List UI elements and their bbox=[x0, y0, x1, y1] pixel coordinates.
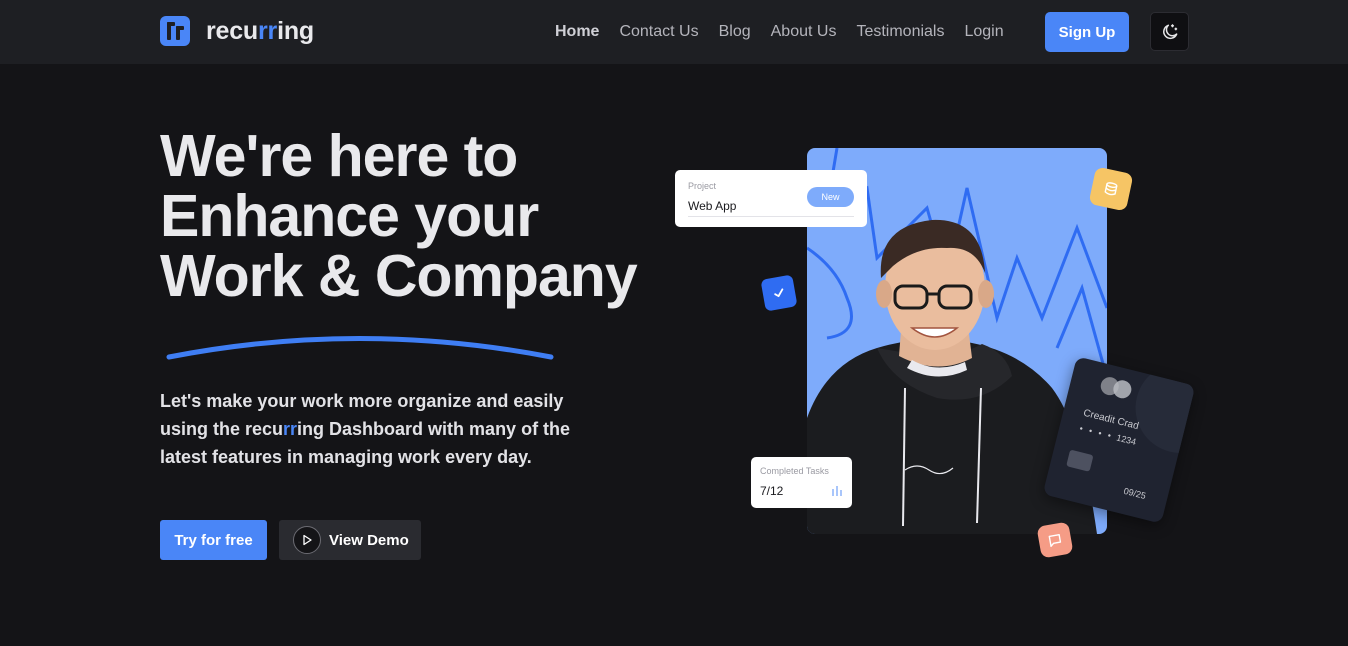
main-nav: Home Contact Us Blog About Us Testimonia… bbox=[555, 0, 1024, 64]
card-chip-icon bbox=[1066, 449, 1094, 472]
hero-title-line-1: We're here to bbox=[160, 123, 518, 189]
completed-tasks-value: 7/12 bbox=[760, 484, 784, 498]
title-underline-decoration bbox=[166, 336, 554, 360]
project-card-divider bbox=[688, 216, 854, 217]
bar-chart-icon bbox=[832, 486, 842, 496]
signup-button[interactable]: Sign Up bbox=[1045, 12, 1129, 52]
credit-card-masked: • • • • bbox=[1078, 423, 1115, 442]
nav-link-home[interactable]: Home bbox=[555, 23, 599, 41]
hero-title-line-2: Enhance your bbox=[160, 183, 539, 249]
theme-toggle-button[interactable] bbox=[1150, 12, 1189, 51]
credit-card-decoration bbox=[1126, 356, 1196, 463]
hero-title-line-3: Work & Company bbox=[160, 243, 638, 309]
checkmark-icon bbox=[760, 274, 798, 312]
nav-link-login[interactable]: Login bbox=[964, 23, 1003, 41]
moon-stars-icon bbox=[1162, 23, 1177, 39]
project-card: Project Web App New bbox=[675, 170, 867, 227]
nav-link-contact-us[interactable]: Contact Us bbox=[619, 23, 698, 41]
logo-mark-icon bbox=[160, 16, 190, 46]
nav-link-about-us[interactable]: About Us bbox=[771, 23, 837, 41]
project-card-label: Project bbox=[688, 181, 717, 191]
project-status-badge: New bbox=[807, 187, 854, 207]
completed-tasks-label: Completed Tasks bbox=[760, 466, 829, 476]
view-demo-label: View Demo bbox=[329, 531, 409, 549]
hero-description: Let's make your work more organize and e… bbox=[160, 391, 571, 467]
hero-title: We're here to Enhance your Work & Compan… bbox=[160, 126, 680, 306]
logo[interactable]: recurring bbox=[160, 16, 314, 46]
project-card-value: Web App bbox=[688, 199, 737, 213]
message-icon bbox=[1036, 521, 1074, 559]
logo-text: recurring bbox=[206, 16, 314, 45]
database-icon bbox=[1088, 166, 1134, 212]
completed-tasks-card: Completed Tasks 7/12 bbox=[751, 457, 852, 508]
nav-link-blog[interactable]: Blog bbox=[719, 23, 751, 41]
view-demo-button[interactable]: View Demo bbox=[279, 520, 421, 560]
credit-card-last4: 1234 bbox=[1115, 432, 1138, 448]
navbar: recurring Home Contact Us Blog About Us … bbox=[0, 0, 1348, 64]
credit-card-expiry: 09/25 bbox=[1122, 485, 1147, 501]
nav-link-testimonials[interactable]: Testimonials bbox=[856, 23, 944, 41]
play-icon bbox=[293, 526, 321, 554]
try-for-free-button[interactable]: Try for free bbox=[160, 520, 267, 560]
